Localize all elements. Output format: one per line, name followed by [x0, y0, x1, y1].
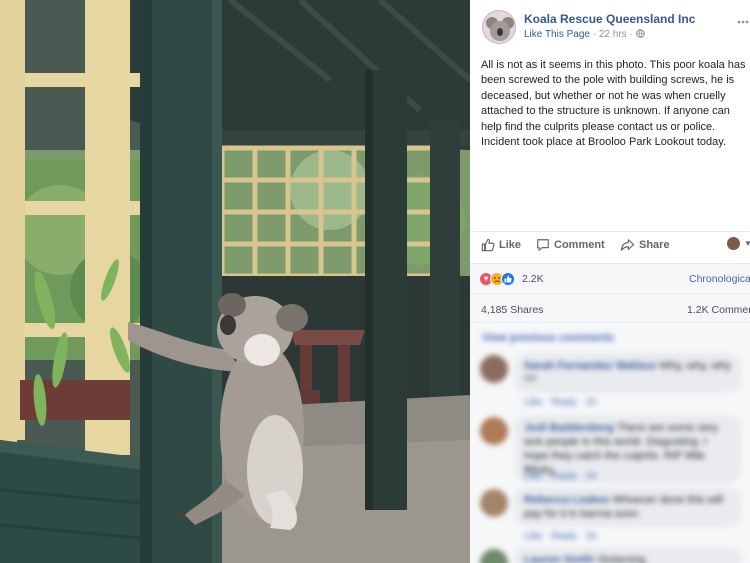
comment-text: Sickening.: [597, 554, 649, 563]
meta-separator: ·: [629, 29, 633, 40]
shares-bar: 4,185 Shares 1.2K Comments: [470, 293, 750, 323]
post-body-text: All is not as it seems in this photo. Th…: [481, 59, 746, 149]
comment-item: Rebecca Leakes Whoever done this will pa…: [478, 487, 750, 545]
commenter-name[interactable]: Jodi Baddenberg: [524, 422, 614, 434]
like-button-label: Like: [499, 239, 522, 251]
share-arrow-icon: [620, 239, 635, 251]
more-options-icon[interactable]: [736, 12, 750, 27]
comment-actions[interactable]: Like · Reply · 1h: [524, 471, 597, 482]
page-name-link[interactable]: Koala Rescue Queensland Inc: [524, 12, 695, 26]
post-time[interactable]: 22 hrs: [599, 29, 627, 40]
like-page-link[interactable]: Like This Page: [524, 29, 590, 40]
comments-section: View previous comments Sarah Fernandez W…: [470, 323, 750, 563]
view-previous-comments-link[interactable]: View previous comments: [482, 332, 614, 344]
post-header: Koala Rescue Queensland Inc Like This Pa…: [480, 8, 750, 48]
comments-count-link[interactable]: 1.2K Comments: [687, 304, 750, 316]
comment-actions[interactable]: Like · Reply · 1h: [524, 531, 597, 542]
speech-bubble-icon: [537, 239, 549, 251]
share-button[interactable]: Share: [620, 238, 670, 252]
koala-scene-image: [0, 0, 470, 563]
reaction-icons[interactable]: ♥: [479, 272, 515, 286]
comment-button-label: Comment: [554, 239, 605, 251]
comment-sort-dropdown[interactable]: Chronological: [689, 273, 750, 285]
comment-button[interactable]: Comment: [536, 238, 605, 252]
post-photo[interactable]: [0, 0, 470, 563]
comment-item: Sarah Fernandez Wallace Why, why, why ??…: [478, 353, 750, 413]
commenter-avatar[interactable]: [480, 417, 508, 445]
page-avatar[interactable]: [482, 10, 516, 44]
comment-bubble: Rebecca Leakes Whoever done this will pa…: [514, 487, 742, 527]
post-panel: Koala Rescue Queensland Inc Like This Pa…: [470, 0, 750, 563]
like-reaction-icon: [501, 272, 515, 286]
comment-bubble: Sarah Fernandez Wallace Why, why, why ??: [514, 353, 742, 393]
commenter-avatar[interactable]: [480, 355, 508, 383]
comment-item: Lauren Smith Sickening.: [478, 547, 750, 563]
commenter-name[interactable]: Rebecca Leakes: [524, 494, 610, 506]
comment-item: Jodi Baddenberg There are some very sick…: [478, 415, 750, 485]
reaction-count[interactable]: 2.2K: [522, 273, 544, 285]
comment-bubble: Lauren Smith Sickening.: [514, 547, 742, 563]
commenter-avatar[interactable]: [480, 489, 508, 517]
globe-icon: [635, 29, 645, 38]
chevron-down-icon: ▼: [744, 239, 750, 248]
like-button[interactable]: Like: [481, 238, 521, 252]
share-button-label: Share: [639, 239, 670, 251]
reactions-bar: ♥ 2.2K Chronological: [470, 263, 750, 293]
thumbs-up-icon: [481, 238, 495, 252]
koala-avatar-icon: [483, 11, 515, 43]
commenter-name[interactable]: Sarah Fernandez Wallace: [524, 360, 656, 372]
commenter-avatar[interactable]: [480, 549, 508, 563]
commenter-name[interactable]: Lauren Smith: [524, 554, 594, 563]
post-meta: Like This Page · 22 hrs ·: [524, 29, 645, 40]
comment-actions[interactable]: Like · Reply · 1h: [524, 397, 597, 408]
viewer-avatar: [727, 237, 740, 250]
post-actions-bar: Like Comment Share ▼: [470, 231, 750, 259]
meta-separator: ·: [592, 29, 597, 40]
shares-count-link[interactable]: 4,185 Shares: [481, 304, 543, 316]
post-as-selector[interactable]: ▼: [727, 237, 750, 250]
